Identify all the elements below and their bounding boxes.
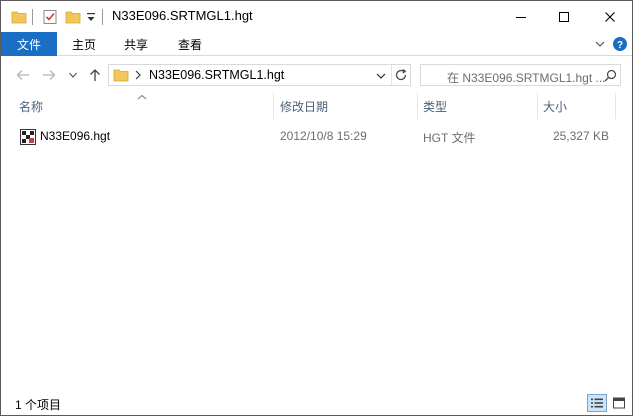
up-arrow-icon[interactable] [85,65,105,85]
new-folder-icon[interactable] [65,7,81,27]
help-icon[interactable]: ? [612,36,628,52]
maximize-button[interactable] [541,1,587,32]
properties-icon[interactable] [42,7,58,27]
qa-separator [32,9,33,25]
folder-icon [11,7,27,27]
tab-share[interactable]: 共享 [124,32,148,56]
refresh-icon[interactable] [394,68,408,85]
breadcrumb-chevron-icon[interactable] [134,69,142,84]
hgt-file-icon [20,129,36,148]
large-icons-view-icon[interactable] [609,394,629,412]
column-header-modified[interactable]: 修改日期 [280,93,328,119]
title-bar: N33E096.SRTMGL1.hgt [1,1,632,32]
window-title: N33E096.SRTMGL1.hgt [112,8,253,23]
expand-ribbon-icon[interactable] [592,36,608,52]
column-header-name[interactable]: 名称 [19,93,43,119]
breadcrumb-current[interactable]: N33E096.SRTMGL1.hgt [149,68,284,82]
tab-view[interactable]: 查看 [178,32,202,56]
sort-ascending-icon [136,89,148,103]
svg-text:?: ? [617,40,623,51]
file-name: N33E096.hgt [40,129,111,143]
navigation-bar: N33E096.SRTMGL1.hgt 在 N33E096.SRTMGL1.hg… [1,57,632,93]
customize-qa-dropdown-icon[interactable] [86,7,96,27]
search-input[interactable]: 在 N33E096.SRTMGL1.hgt ... [447,69,606,86]
recent-locations-icon[interactable] [63,65,83,85]
minimize-button[interactable] [498,1,544,32]
file-modified: 2012/10/8 15:29 [280,129,367,143]
close-button[interactable] [587,1,632,32]
file-row[interactable]: N33E096.hgt 2012/10/8 15:29 HGT 文件 25,32… [13,125,625,147]
file-size: 25,327 KB [552,129,609,143]
address-dropdown-icon[interactable] [375,70,387,84]
details-view-icon[interactable] [587,394,607,412]
tab-home[interactable]: 主页 [72,32,96,56]
address-folder-icon [113,67,129,86]
column-header-type[interactable]: 类型 [423,93,447,119]
search-icon[interactable] [604,69,617,85]
address-bar[interactable]: N33E096.SRTMGL1.hgt [108,64,411,86]
item-count: 1 个项目 [15,398,62,412]
explorer-window: N33E096.SRTMGL1.hgt 文件 主页 共享 查看 ? N33E09… [0,0,633,416]
ribbon: 文件 主页 共享 查看 ? [1,32,632,56]
search-box[interactable]: 在 N33E096.SRTMGL1.hgt ... [420,64,621,86]
file-type: HGT 文件 [423,131,476,145]
title-separator [102,9,103,25]
back-arrow-icon[interactable] [13,65,33,85]
tab-file[interactable]: 文件 [1,32,57,56]
status-bar: 1 个项目 [1,391,632,415]
forward-arrow-icon[interactable] [39,65,59,85]
column-header-size[interactable]: 大小 [543,93,567,119]
